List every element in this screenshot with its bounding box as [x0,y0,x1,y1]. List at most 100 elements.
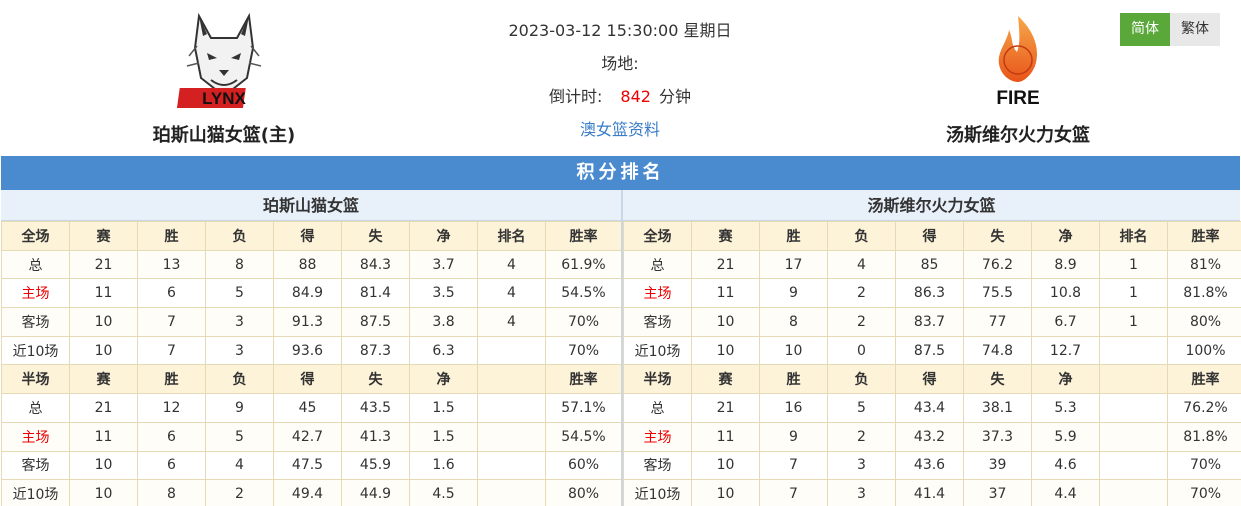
stat-cell: 11 [69,421,138,452]
stat-cell: 4.5 [409,479,478,506]
row-label-cell: 客场 [1,307,70,337]
stat-cell: 6 [137,278,206,309]
row-label-cell: 主场 [623,278,692,309]
header-cell: 排名 [477,221,546,251]
away-team-name: 汤斯维尔火力女篮 [946,125,1090,146]
stat-cell: 5 [205,421,274,452]
stat-cell: 1.5 [409,421,478,452]
stat-cell: 8 [137,479,206,506]
header-cell: 赛 [69,221,138,251]
header-cell: 赛 [69,364,138,395]
row-label-cell: 总 [623,393,692,423]
stat-cell: 4 [205,450,274,481]
stat-cell [1099,393,1168,423]
lang-traditional-button[interactable]: 繁体 [1170,13,1220,46]
stat-cell [1099,450,1168,481]
header-cell: 半场 [623,364,692,395]
header-cell: 赛 [691,221,760,251]
header-cell: 负 [205,221,274,251]
stat-cell: 13 [137,249,206,280]
header-cell: 胜率 [1167,221,1241,251]
stat-cell: 3 [205,335,274,366]
stat-cell: 5 [205,278,274,309]
stat-cell: 10 [69,307,138,337]
home-standings-title: 珀斯山猫女篮 [1,190,621,221]
stat-cell: 4 [477,249,546,280]
stat-cell: 54.5% [545,278,622,309]
table-row: 客场 10 7 3 91.3 87.5 3.8 4 70% [1,307,622,337]
stat-cell: 87.5 [895,335,964,366]
table-row: 近10场 10 8 2 49.4 44.9 4.5 80% [1,479,622,506]
stat-cell: 81.8% [1167,278,1241,309]
header-cell: 负 [827,221,896,251]
countdown-label: 倒计时: [549,87,603,106]
stat-cell: 41.3 [341,421,410,452]
stat-cell: 6 [137,450,206,481]
stat-cell: 80% [545,479,622,506]
stat-cell: 7 [137,335,206,366]
stat-cell: 8 [759,307,828,337]
stat-cell: 5 [827,393,896,423]
table-row: 主场 11 6 5 84.9 81.4 3.5 4 54.5% [1,278,622,309]
stat-cell: 3 [827,479,896,506]
stat-cell: 11 [691,278,760,309]
stat-cell: 8.9 [1031,249,1100,280]
stat-cell: 10 [69,335,138,366]
stat-cell: 21 [691,249,760,280]
stat-cell: 10 [759,335,828,366]
stat-cell: 61.9% [545,249,622,280]
league-info-link[interactable]: 澳女篮资料 [580,120,660,139]
header-cell: 净 [409,364,478,395]
table-row: 近10场 10 7 3 93.6 87.3 6.3 70% [1,335,622,366]
stat-cell: 43.5 [341,393,410,423]
stat-cell: 2 [827,307,896,337]
stat-cell: 57.1% [545,393,622,423]
stat-cell: 9 [759,278,828,309]
header-cell: 失 [341,221,410,251]
standings-section: 积分排名 珀斯山猫女篮 全场赛胜负得失净排名 胜率总 21 13 8 88 84.3 3.7 4… [1,156,1241,506]
home-team-block[interactable]: LYNX 珀斯山猫女篮(主) [104,8,344,147]
header-cell: 失 [963,364,1032,395]
header-cell: 胜率 [1167,364,1241,395]
stat-cell: 9 [759,421,828,452]
stat-cell: 93.6 [273,335,342,366]
row-label-cell: 主场 [623,421,692,452]
stat-cell: 87.3 [341,335,410,366]
stat-cell: 86.3 [895,278,964,309]
lang-simplified-button[interactable]: 简体 [1120,13,1170,46]
stat-cell: 7 [759,450,828,481]
stat-cell: 80% [1167,307,1241,337]
header-cell: 失 [963,221,1032,251]
stat-cell [477,479,546,506]
header-cell: 得 [273,364,342,395]
stat-cell: 4 [477,307,546,337]
header-cell [1099,364,1168,395]
stat-cell: 54.5% [545,421,622,452]
header-cell: 胜率 [545,221,622,251]
table-row: 近10场 10 10 0 87.5 74.8 12.7 100% [623,335,1241,366]
header-cell: 全场 [1,221,70,251]
header-cell: 负 [205,364,274,395]
stat-cell: 3 [205,307,274,337]
stat-cell: 85 [895,249,964,280]
stat-cell: 2 [205,479,274,506]
header-cell: 胜率 [545,364,622,395]
stat-cell [477,393,546,423]
fire-logo-icon: FIRE [996,16,1040,109]
away-team-block[interactable]: FIRE 汤斯维尔火力女篮 [898,8,1138,147]
header-cell: 胜 [137,364,206,395]
stat-cell: 7 [137,307,206,337]
stat-cell: 0 [827,335,896,366]
stat-cell: 10 [691,450,760,481]
stat-cell: 49.4 [273,479,342,506]
header-cell: 赛 [691,364,760,395]
header-cell: 半场 [1,364,70,395]
stat-cell: 83.7 [895,307,964,337]
home-standings-table: 全场赛胜负得失净排名 胜率总 21 13 8 88 84.3 3.7 4 61.9% 主场 11 6 5 8… [1,221,622,506]
stat-cell: 70% [1167,450,1241,481]
stat-cell: 1 [1099,278,1168,309]
stat-cell: 81.8% [1167,421,1241,452]
away-standings: 汤斯维尔火力女篮 全场赛胜负得失净排名 胜率总 21 17 4 85 76.2 8.9 1 81%… [621,190,1241,506]
row-label-cell: 近10场 [1,479,70,506]
table-row: 客场 10 8 2 83.7 77 6.7 1 80% [623,307,1241,337]
